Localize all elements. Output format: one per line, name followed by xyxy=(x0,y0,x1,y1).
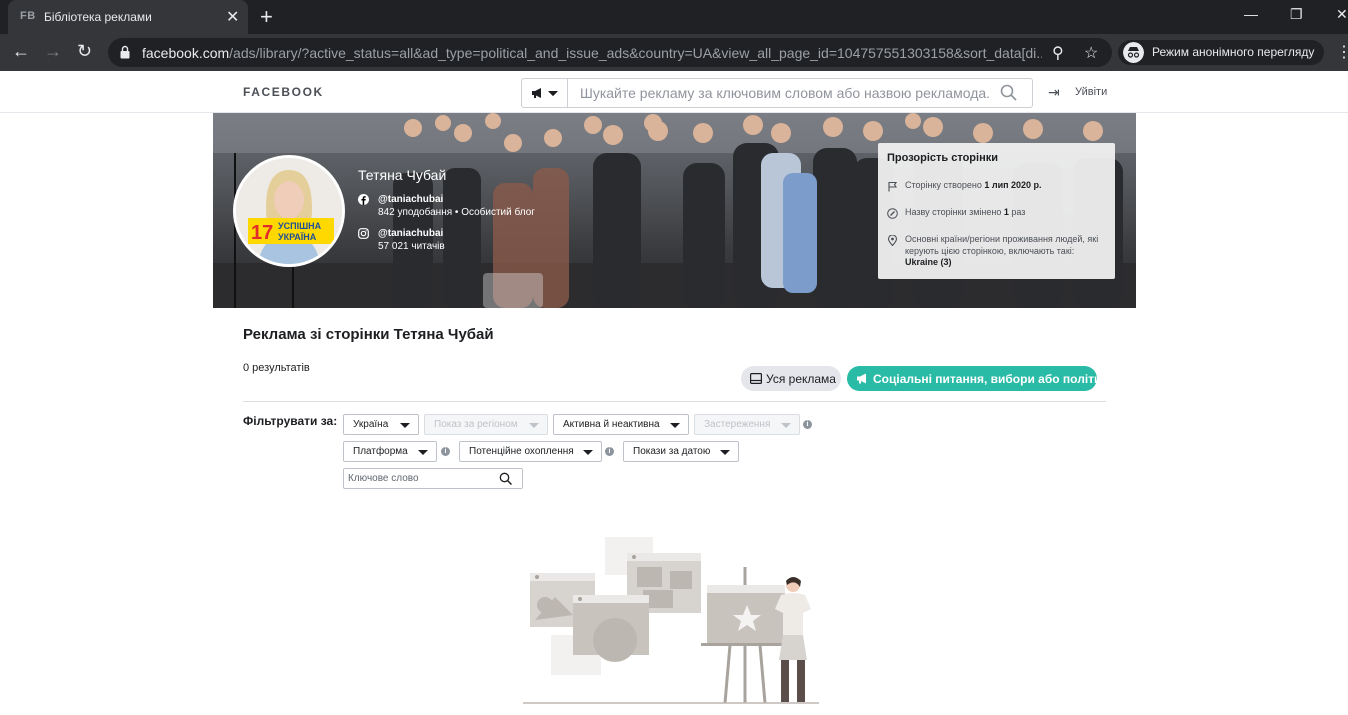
avatar-number: 17 xyxy=(251,222,273,244)
url-text: facebook.com/ads/library/?active_status=… xyxy=(142,45,1042,61)
ad-search-box[interactable]: Шукайте рекламу за ключовим словом або н… xyxy=(521,78,1033,108)
incognito-indicator[interactable]: Режим анонімного перегляду xyxy=(1118,40,1324,65)
platform-filter[interactable]: Платформа xyxy=(343,441,437,462)
reach-filter[interactable]: Потенційне охоплення xyxy=(459,441,602,462)
date-filter[interactable]: Покази за датою xyxy=(623,441,739,462)
keyword-placeholder: Ключове слово xyxy=(348,473,419,484)
tab-favicon: FB xyxy=(20,10,36,22)
all-ads-label: Уся реклама xyxy=(766,372,836,386)
info-icon[interactable]: i xyxy=(441,447,450,456)
search-input[interactable]: Шукайте рекламу за ключовим словом або н… xyxy=(580,85,990,101)
browser-toolbar: ← → ↻ facebook.com/ads/library/?active_s… xyxy=(0,34,1348,71)
chevron-down-icon xyxy=(583,450,593,455)
avatar-photo: 17 УСПІШНА УКРАЇНА xyxy=(236,158,342,264)
avatar-text-2: УКРАЇНА xyxy=(278,232,317,242)
avatar-text-1: УСПІШНА xyxy=(278,221,322,231)
zoom-icon[interactable]: ⚲ xyxy=(1052,43,1064,63)
page-transparency-panel: Прозорість сторінки Сторінку створено 1 … xyxy=(878,143,1115,279)
disclaimer-filter[interactable]: Застереження xyxy=(694,414,800,435)
facebook-icon xyxy=(358,194,369,205)
megaphone-icon xyxy=(857,373,866,384)
search-icon[interactable] xyxy=(499,472,513,486)
chevron-down-icon xyxy=(781,423,791,428)
browser-menu-icon[interactable]: ⋮ xyxy=(1336,42,1348,62)
empty-state-illustration xyxy=(523,537,819,704)
bookmark-star-icon[interactable]: ☆ xyxy=(1084,43,1098,63)
location-pin-icon xyxy=(887,235,898,246)
country-filter[interactable]: Україна xyxy=(343,414,419,435)
facebook-handle[interactable]: @taniachubai xyxy=(378,194,535,205)
date-filter-label: Покази за датою xyxy=(633,446,711,457)
minimize-icon[interactable]: — xyxy=(1244,6,1258,22)
incognito-icon xyxy=(1123,42,1144,63)
keyword-search-input[interactable]: Ключове слово xyxy=(343,468,523,489)
page-avatar[interactable]: 17 УСПІШНА УКРАЇНА xyxy=(233,155,345,267)
page-name[interactable]: Тетяна Чубай xyxy=(358,167,446,183)
instagram-handle[interactable]: @taniachubai xyxy=(378,228,445,239)
chevron-down-icon xyxy=(400,423,410,428)
window-close-icon[interactable]: ✕ xyxy=(1336,6,1348,23)
browser-tab-strip: FB Бібліотека реклами ✕ + — ❐ ✕ xyxy=(0,0,1348,34)
reach-filter-label: Потенційне охоплення xyxy=(469,446,574,457)
logout-icon[interactable]: ⇥ xyxy=(1048,84,1060,101)
divider xyxy=(243,401,1106,402)
lock-icon xyxy=(120,45,130,59)
logout-link[interactable]: Уйвіти xyxy=(1075,86,1107,98)
megaphone-icon xyxy=(532,88,558,98)
filter-label: Фільтрувати за: xyxy=(243,414,338,428)
info-icon[interactable]: i xyxy=(605,447,614,456)
status-filter-label: Активна й неактивна xyxy=(563,419,660,430)
instagram-stats: 57 021 читачів xyxy=(378,241,445,252)
country-filter-label: Україна xyxy=(353,419,389,430)
address-bar[interactable]: facebook.com/ads/library/?active_status=… xyxy=(108,38,1112,67)
forward-icon[interactable]: → xyxy=(44,41,62,62)
disclaimer-filter-label: Застереження xyxy=(704,419,771,430)
search-icon[interactable] xyxy=(1000,84,1018,102)
ads-list-icon xyxy=(750,373,762,384)
search-type-dropdown[interactable] xyxy=(522,79,568,107)
status-filter[interactable]: Активна й неактивна xyxy=(553,414,689,435)
tab-close-icon[interactable]: ✕ xyxy=(226,7,239,27)
region-filter[interactable]: Показ за регіоном xyxy=(424,414,548,435)
back-icon[interactable]: ← xyxy=(12,41,30,62)
edit-icon xyxy=(887,208,898,219)
chevron-down-icon xyxy=(720,450,730,455)
social-issues-button[interactable]: Соціальні питання, вибори або політика xyxy=(847,366,1114,391)
flag-icon xyxy=(888,181,898,192)
platform-filter-label: Платформа xyxy=(353,446,408,457)
all-ads-button[interactable]: Уся реклама xyxy=(741,366,841,391)
page-ads-heading: Реклама зі сторінки Тетяна Чубай xyxy=(243,326,494,343)
chevron-down-icon xyxy=(670,423,680,428)
reload-icon[interactable]: ↻ xyxy=(77,41,92,62)
transparency-title: Прозорість сторінки xyxy=(887,152,998,164)
results-count: 0 результатів xyxy=(243,362,310,374)
new-tab-icon[interactable]: + xyxy=(260,4,273,30)
tab-title: Бібліотека реклами xyxy=(44,10,152,24)
fb-header: FACEBOOK Шукайте рекламу за ключовим сло… xyxy=(0,71,1348,113)
social-issues-label: Соціальні питання, вибори або політика xyxy=(873,372,1115,386)
restore-icon[interactable]: ❐ xyxy=(1290,6,1303,23)
chevron-down-icon xyxy=(529,423,539,428)
instagram-icon xyxy=(358,228,369,239)
incognito-label: Режим анонімного перегляду xyxy=(1152,45,1315,59)
info-icon[interactable]: i xyxy=(803,420,812,429)
browser-tab[interactable]: FB Бібліотека реклами ✕ xyxy=(8,0,248,34)
chevron-down-icon xyxy=(418,450,428,455)
facebook-stats: 842 уподобання • Особистий блог xyxy=(378,207,535,218)
facebook-logo[interactable]: FACEBOOK xyxy=(243,85,324,99)
region-filter-label: Показ за регіоном xyxy=(434,419,518,430)
